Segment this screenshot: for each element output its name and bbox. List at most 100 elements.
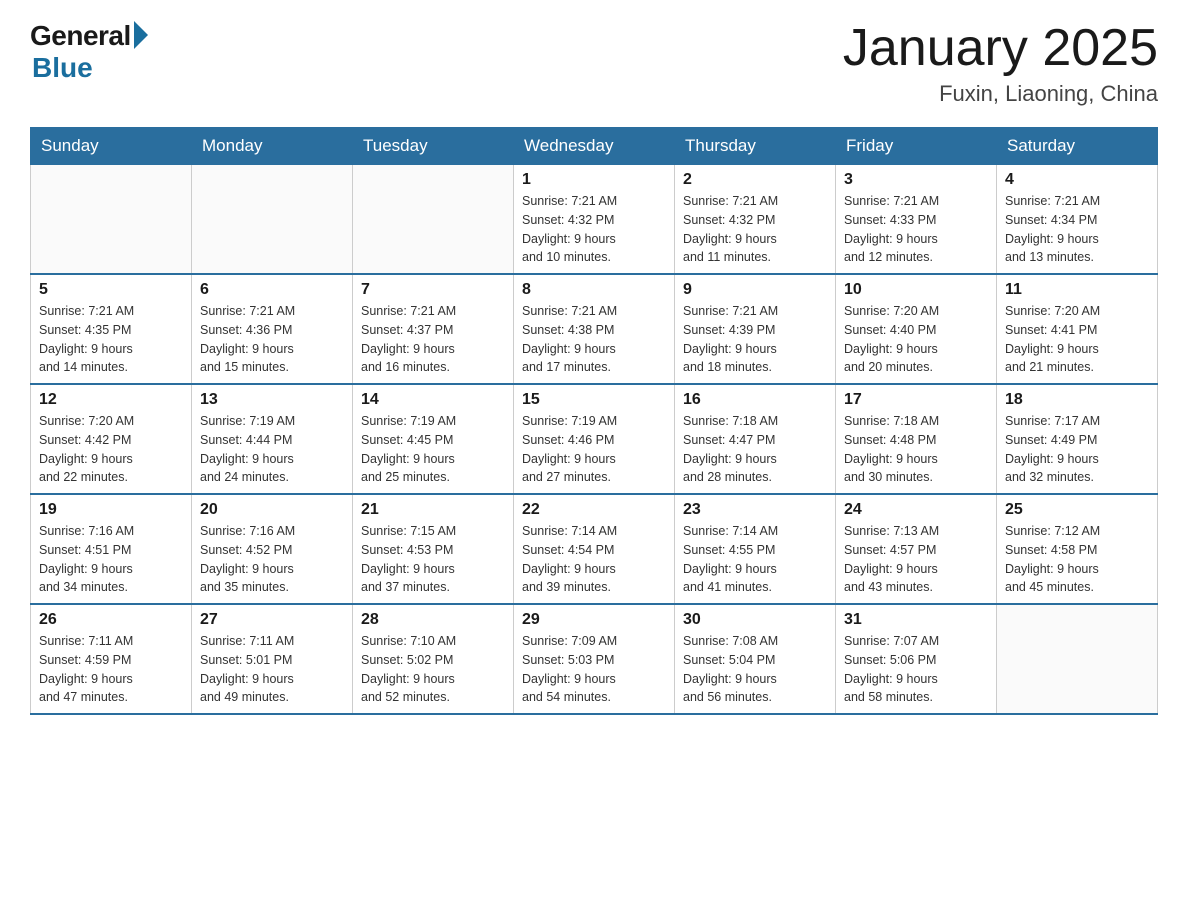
calendar-cell: 17 Sunrise: 7:18 AMSunset: 4:48 PMDayligh…: [836, 384, 997, 494]
day-info: Sunrise: 7:14 AMSunset: 4:55 PMDaylight:…: [683, 522, 827, 597]
calendar-cell: 6Sunrise: 7:21 AMSunset: 4:36 PMDaylight…: [192, 274, 353, 384]
day-number: 19: [39, 501, 183, 519]
day-of-week-header: Friday: [836, 128, 997, 165]
day-info: Sunrise: 7:10 AMSunset: 5:02 PMDaylight:…: [361, 632, 505, 707]
calendar-cell: 23Sunrise: 7:14 AMSunset: 4:55 PMDayligh…: [675, 494, 836, 604]
day-info: Sunrise: 7:13 AMSunset: 4:57 PMDaylight:…: [844, 522, 988, 597]
day-info: Sunrise: 7:21 AMSunset: 4:32 PMDaylight:…: [683, 192, 827, 267]
day-info: Sunrise: 7:12 AMSunset: 4:58 PMDaylight:…: [1005, 522, 1149, 597]
calendar-cell: 7Sunrise: 7:21 AMSunset: 4:37 PMDaylight…: [353, 274, 514, 384]
calendar-title: January 2025: [843, 20, 1158, 77]
calendar-cell: 28 Sunrise: 7:10 AMSunset: 5:02 PMDayligh…: [353, 604, 514, 714]
day-number: 11: [1005, 281, 1149, 299]
day-number: 2: [683, 171, 827, 189]
day-number: 10: [844, 281, 988, 299]
day-of-week-header: Tuesday: [353, 128, 514, 165]
day-info: Sunrise: 7:14 AMSunset: 4:54 PMDaylight:…: [522, 522, 666, 597]
day-info: Sunrise: 7:16 AMSunset: 4:52 PMDaylight:…: [200, 522, 344, 597]
day-number: 16: [683, 391, 827, 409]
calendar-subtitle: Fuxin, Liaoning, China: [843, 81, 1158, 107]
day-number: 18: [1005, 391, 1149, 409]
day-number: 30: [683, 611, 827, 629]
day-of-week-header: Wednesday: [514, 128, 675, 165]
calendar-cell: [353, 165, 514, 275]
day-number: 3: [844, 171, 988, 189]
calendar-cell: 15Sunrise: 7:19 AMSunset: 4:46 PMDayligh…: [514, 384, 675, 494]
calendar-cell: 21Sunrise: 7:15 AMSunset: 4:53 PMDayligh…: [353, 494, 514, 604]
day-info: Sunrise: 7:18 AMSunset: 4:48 PMDaylight:…: [844, 412, 988, 487]
day-number: 24: [844, 501, 988, 519]
day-info: Sunrise: 7:19 AMSunset: 4:44 PMDaylight:…: [200, 412, 344, 487]
day-number: 26: [39, 611, 183, 629]
calendar-cell: 12 Sunrise: 7:20 AMSunset: 4:42 PMDayligh…: [31, 384, 192, 494]
calendar-cell: 16 Sunrise: 7:18 AMSunset: 4:47 PMDayligh…: [675, 384, 836, 494]
day-number: 27: [200, 611, 344, 629]
header-row: SundayMondayTuesdayWednesdayThursdayFrid…: [31, 128, 1158, 165]
day-of-week-header: Monday: [192, 128, 353, 165]
calendar-cell: 18 Sunrise: 7:17 AMSunset: 4:49 PMDayligh…: [997, 384, 1158, 494]
calendar-cell: 22Sunrise: 7:14 AMSunset: 4:54 PMDayligh…: [514, 494, 675, 604]
day-number: 20: [200, 501, 344, 519]
calendar-cell: 19 Sunrise: 7:16 AMSunset: 4:51 PMDayligh…: [31, 494, 192, 604]
calendar-body: 1 Sunrise: 7:21 AMSunset: 4:32 PMDaylight…: [31, 165, 1158, 715]
calendar-table: SundayMondayTuesdayWednesdayThursdayFrid…: [30, 127, 1158, 715]
day-info: Sunrise: 7:21 AMSunset: 4:39 PMDaylight:…: [683, 302, 827, 377]
day-of-week-header: Thursday: [675, 128, 836, 165]
day-info: Sunrise: 7:21 AMSunset: 4:33 PMDaylight:…: [844, 192, 988, 267]
day-number: 31: [844, 611, 988, 629]
day-number: 29: [522, 611, 666, 629]
day-info: Sunrise: 7:17 AMSunset: 4:49 PMDaylight:…: [1005, 412, 1149, 487]
calendar-cell: 8 Sunrise: 7:21 AMSunset: 4:38 PMDaylight…: [514, 274, 675, 384]
calendar-week-row: 5Sunrise: 7:21 AMSunset: 4:35 PMDaylight…: [31, 274, 1158, 384]
day-number: 15: [522, 391, 666, 409]
page-header: General Blue January 2025 Fuxin, Liaonin…: [30, 20, 1158, 107]
day-number: 9: [683, 281, 827, 299]
logo-general-text: General: [30, 20, 131, 52]
day-info: Sunrise: 7:21 AMSunset: 4:36 PMDaylight:…: [200, 302, 344, 377]
calendar-cell: [31, 165, 192, 275]
day-info: Sunrise: 7:09 AMSunset: 5:03 PMDaylight:…: [522, 632, 666, 707]
calendar-header: SundayMondayTuesdayWednesdayThursdayFrid…: [31, 128, 1158, 165]
day-info: Sunrise: 7:20 AMSunset: 4:42 PMDaylight:…: [39, 412, 183, 487]
day-number: 28: [361, 611, 505, 629]
calendar-cell: 5Sunrise: 7:21 AMSunset: 4:35 PMDaylight…: [31, 274, 192, 384]
day-number: 12: [39, 391, 183, 409]
calendar-cell: 4Sunrise: 7:21 AMSunset: 4:34 PMDaylight…: [997, 165, 1158, 275]
calendar-cell: 29 Sunrise: 7:09 AMSunset: 5:03 PMDayligh…: [514, 604, 675, 714]
day-info: Sunrise: 7:18 AMSunset: 4:47 PMDaylight:…: [683, 412, 827, 487]
day-info: Sunrise: 7:16 AMSunset: 4:51 PMDaylight:…: [39, 522, 183, 597]
calendar-cell: 2 Sunrise: 7:21 AMSunset: 4:32 PMDaylight…: [675, 165, 836, 275]
day-info: Sunrise: 7:21 AMSunset: 4:38 PMDaylight:…: [522, 302, 666, 377]
calendar-cell: [192, 165, 353, 275]
day-number: 8: [522, 281, 666, 299]
logo: General Blue: [30, 20, 148, 84]
logo-blue-text: Blue: [32, 52, 93, 84]
calendar-cell: 30Sunrise: 7:08 AMSunset: 5:04 PMDayligh…: [675, 604, 836, 714]
calendar-cell: 3 Sunrise: 7:21 AMSunset: 4:33 PMDaylight…: [836, 165, 997, 275]
title-block: January 2025 Fuxin, Liaoning, China: [843, 20, 1158, 107]
calendar-cell: 27Sunrise: 7:11 AMSunset: 5:01 PMDayligh…: [192, 604, 353, 714]
logo-arrow-icon: [134, 21, 148, 49]
day-number: 4: [1005, 171, 1149, 189]
calendar-cell: 20 Sunrise: 7:16 AMSunset: 4:52 PMDayligh…: [192, 494, 353, 604]
day-info: Sunrise: 7:07 AMSunset: 5:06 PMDaylight:…: [844, 632, 988, 707]
calendar-cell: [997, 604, 1158, 714]
calendar-cell: 24 Sunrise: 7:13 AMSunset: 4:57 PMDayligh…: [836, 494, 997, 604]
day-info: Sunrise: 7:20 AMSunset: 4:41 PMDaylight:…: [1005, 302, 1149, 377]
day-info: Sunrise: 7:21 AMSunset: 4:37 PMDaylight:…: [361, 302, 505, 377]
day-info: Sunrise: 7:15 AMSunset: 4:53 PMDaylight:…: [361, 522, 505, 597]
calendar-cell: 26Sunrise: 7:11 AMSunset: 4:59 PMDayligh…: [31, 604, 192, 714]
calendar-cell: 25Sunrise: 7:12 AMSunset: 4:58 PMDayligh…: [997, 494, 1158, 604]
calendar-cell: 10 Sunrise: 7:20 AMSunset: 4:40 PMDayligh…: [836, 274, 997, 384]
day-number: 1: [522, 171, 666, 189]
calendar-cell: 1Sunrise: 7:21 AMSunset: 4:32 PMDaylight…: [514, 165, 675, 275]
day-number: 5: [39, 281, 183, 299]
calendar-cell: 11 Sunrise: 7:20 AMSunset: 4:41 PMDayligh…: [997, 274, 1158, 384]
calendar-week-row: 12 Sunrise: 7:20 AMSunset: 4:42 PMDayligh…: [31, 384, 1158, 494]
day-info: Sunrise: 7:20 AMSunset: 4:40 PMDaylight:…: [844, 302, 988, 377]
calendar-cell: 31 Sunrise: 7:07 AMSunset: 5:06 PMDayligh…: [836, 604, 997, 714]
calendar-week-row: 26Sunrise: 7:11 AMSunset: 4:59 PMDayligh…: [31, 604, 1158, 714]
day-of-week-header: Sunday: [31, 128, 192, 165]
calendar-week-row: 1 Sunrise: 7:21 AMSunset: 4:32 PMDaylight…: [31, 165, 1158, 275]
day-number: 17: [844, 391, 988, 409]
